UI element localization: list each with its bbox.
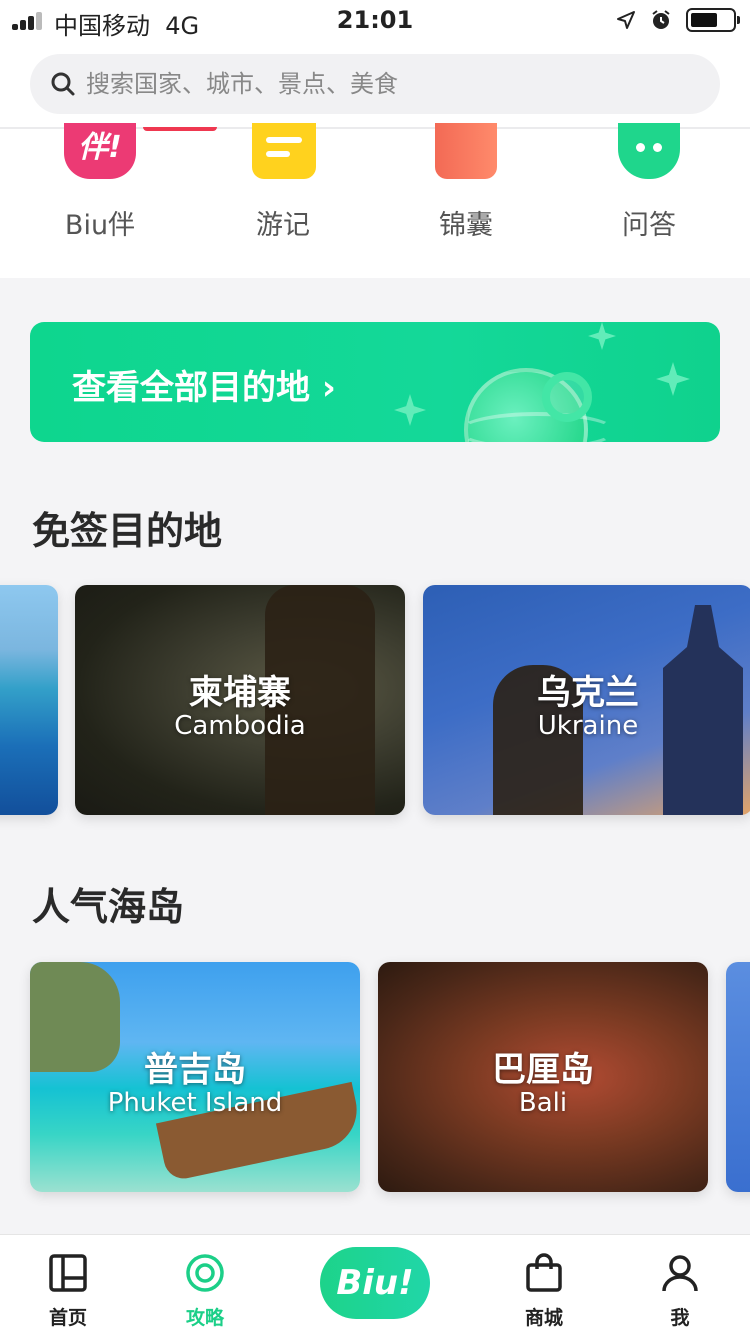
island-name-en: Bali — [518, 1088, 568, 1118]
island-name-cn: 普吉岛 — [144, 1050, 246, 1090]
destination-name-en: Ukraine — [537, 711, 639, 741]
tab-label: 我 — [670, 1307, 690, 1329]
battery-icon — [686, 8, 740, 32]
bottom-tab-bar: 首页 攻略 Biu! 商城 我 — [0, 1234, 750, 1334]
island-name-en: Phuket Island — [107, 1088, 283, 1118]
quick-link-label: 锦囊 — [439, 210, 493, 241]
sparkle-icon — [394, 394, 426, 426]
sparkle-icon — [656, 362, 690, 396]
quick-link-label: 问答 — [622, 210, 676, 241]
search-bar[interactable] — [30, 54, 720, 114]
destination-card-ukraine[interactable]: 乌克兰 Ukraine — [423, 585, 750, 815]
island-card-bali[interactable]: 巴厘岛 Bali — [378, 962, 708, 1192]
destination-card[interactable] — [0, 585, 58, 815]
chat-bubble-icon — [618, 123, 680, 179]
quick-link-qa[interactable]: 问答 — [574, 123, 724, 269]
hot-tag — [143, 127, 217, 131]
notes-icon — [252, 123, 316, 179]
destination-name-en: Cambodia — [174, 711, 306, 741]
status-bar: 中国移动 4G 21:01 — [0, 0, 750, 40]
magnifier-icon — [542, 372, 592, 422]
quick-link-tips[interactable]: 锦囊 — [391, 123, 541, 269]
destination-name-cn: 柬埔寨 — [189, 673, 291, 713]
user-icon — [662, 1255, 698, 1292]
tab-label: 商城 — [524, 1307, 563, 1329]
quick-link-biu-companion[interactable]: 伴! Biu伴 — [25, 123, 217, 269]
quick-link-label: Biu伴 — [64, 210, 136, 241]
destination-name-cn: 乌克兰 — [537, 673, 639, 713]
quick-link-notes[interactable]: 游记 — [208, 123, 358, 269]
search-header — [0, 40, 750, 128]
tab-shop[interactable]: 商城 — [484, 1235, 604, 1334]
location-arrow-icon — [617, 11, 635, 29]
tab-label: 攻略 — [185, 1307, 224, 1329]
search-input[interactable] — [86, 70, 686, 98]
sparkle-icon — [588, 322, 616, 350]
biu-center-button[interactable]: Biu! — [320, 1247, 430, 1319]
all-destinations-banner[interactable]: 查看全部目的地 › — [30, 322, 720, 442]
banner-label: 查看全部目的地 › — [72, 368, 336, 408]
tab-guide[interactable]: 攻略 — [145, 1235, 265, 1334]
tab-home[interactable]: 首页 — [8, 1235, 128, 1334]
quick-links: 伴! Biu伴 游记 锦囊 问答 — [0, 123, 750, 278]
home-layout-icon — [49, 1254, 87, 1292]
island-card-phuket[interactable]: 普吉岛 Phuket Island — [30, 962, 360, 1192]
tab-label: 首页 — [48, 1307, 87, 1329]
destination-card-cambodia[interactable]: 柬埔寨 Cambodia — [75, 585, 405, 815]
section-title-islands: 人气海岛 — [32, 885, 185, 929]
search-icon — [51, 72, 75, 96]
app-screen: 中国移动 4G 21:01 伴! Biu伴 游记 锦 — [0, 0, 750, 1334]
island-card[interactable] — [726, 962, 750, 1192]
alarm-icon — [652, 10, 670, 29]
tab-me[interactable]: 我 — [620, 1235, 740, 1334]
island-name-cn: 巴厘岛 — [492, 1050, 594, 1090]
shopping-bag-icon — [526, 1253, 562, 1292]
target-icon — [186, 1254, 224, 1292]
section-title-visa-free: 免签目的地 — [32, 509, 223, 553]
biu-companion-icon: 伴! — [64, 123, 136, 179]
quick-link-label: 游记 — [256, 210, 310, 241]
status-icons — [616, 8, 740, 32]
tips-bag-icon — [435, 123, 497, 179]
